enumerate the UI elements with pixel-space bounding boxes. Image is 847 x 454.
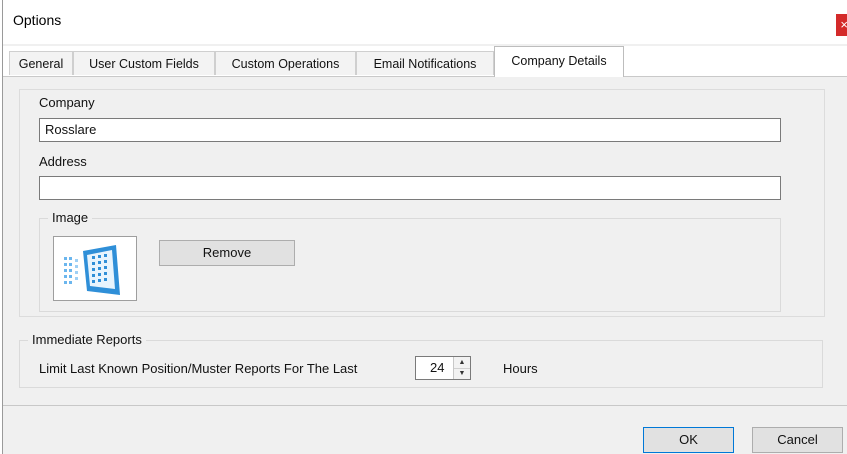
options-dialog: Options × General User Custom Fields Cus… — [2, 0, 847, 454]
immediate-reports-label: Immediate Reports — [28, 332, 146, 347]
tab-general[interactable]: General — [9, 51, 73, 75]
address-field[interactable] — [39, 176, 781, 200]
close-button[interactable]: × — [836, 14, 847, 36]
stepper-down-icon[interactable]: ▼ — [454, 368, 470, 379]
address-label: Address — [39, 154, 87, 169]
tab-email-notifications[interactable]: Email Notifications — [356, 51, 494, 75]
hours-value: 24 — [430, 360, 445, 375]
tab-user-custom-fields[interactable]: User Custom Fields — [73, 51, 215, 75]
tab-custom-operations[interactable]: Custom Operations — [215, 51, 356, 75]
close-icon: × — [840, 17, 847, 32]
stepper-buttons: ▲ ▼ — [453, 357, 470, 379]
window-title: Options — [13, 12, 62, 28]
title-bar: Options × — [3, 0, 847, 44]
hours-unit-label: Hours — [503, 361, 538, 376]
ok-button[interactable]: OK — [643, 427, 734, 453]
building-logo-icon — [64, 245, 120, 295]
cancel-button[interactable]: Cancel — [752, 427, 843, 453]
dialog-footer: OK Cancel — [3, 406, 847, 454]
company-field[interactable]: Rosslare — [39, 118, 781, 142]
tab-company-details[interactable]: Company Details — [494, 46, 624, 77]
company-details-page: Company Rosslare Address Image Remove Im… — [3, 77, 847, 406]
company-image — [53, 236, 137, 301]
remove-image-button[interactable]: Remove — [159, 240, 295, 266]
image-group: Image — [39, 210, 781, 312]
company-label: Company — [39, 95, 95, 110]
hours-stepper[interactable]: 24 ▲ ▼ — [415, 356, 471, 380]
limit-reports-label: Limit Last Known Position/Muster Reports… — [39, 361, 358, 376]
tab-strip: General User Custom Fields Custom Operat… — [3, 46, 847, 77]
image-group-label: Image — [48, 210, 93, 225]
